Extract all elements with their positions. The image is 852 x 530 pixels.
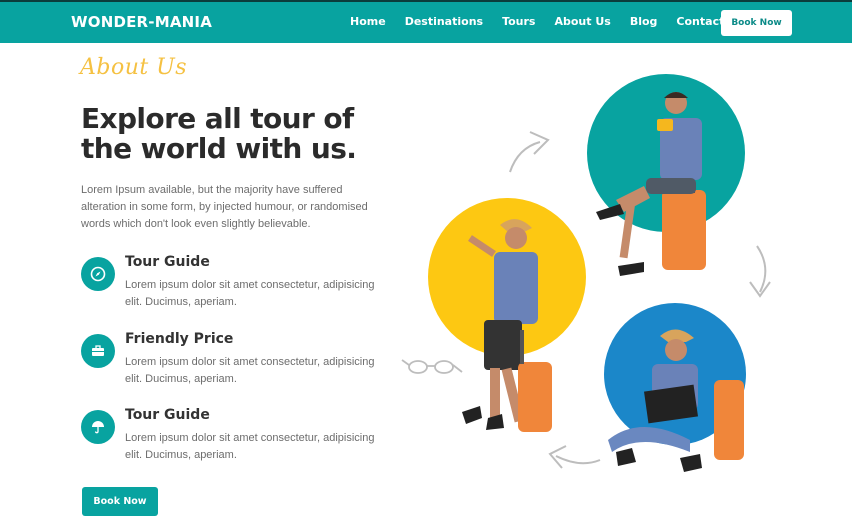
feature-title: Tour Guide [125,254,210,270]
brand-logo[interactable]: WONDER-MANIA [71,13,212,31]
hero-illustration [401,74,771,472]
nav-link-blog[interactable]: Blog [630,15,658,28]
nav-link-home[interactable]: Home [350,15,386,28]
header-book-now-button[interactable]: Book Now [721,10,792,36]
main-nav: Home Destinations Tours About Us Blog Co… [350,15,763,28]
feature-title: Friendly Price [125,331,234,347]
book-now-button[interactable]: Book Now [82,487,158,516]
feature-text: Lorem ipsum dolor sit amet consectetur, … [125,356,375,385]
page-title: Explore all tour of the world with us. [81,102,357,165]
nav-link-destinations[interactable]: Destinations [405,15,483,28]
nav-link-tours[interactable]: Tours [502,15,535,28]
briefcase-icon [81,334,115,368]
umbrella-icon [81,410,115,444]
feature-text: Lorem ipsum dolor sit amet consectetur, … [125,279,375,308]
feature-text: Lorem ipsum dolor sit amet consectetur, … [125,432,375,461]
intro-paragraph: Lorem Ipsum available, but the majority … [81,184,368,230]
curved-arrow-icon [509,131,550,173]
sunglasses-icon [401,359,463,374]
feature-title: Tour Guide [125,407,210,423]
top-navbar: WONDER-MANIA Home Destinations Tours Abo… [0,0,852,43]
curved-arrow-icon [548,445,601,469]
section-script-label: About Us [80,55,188,80]
compass-icon [81,257,115,291]
nav-link-about[interactable]: About Us [554,15,610,28]
curved-arrow-icon [749,245,771,298]
